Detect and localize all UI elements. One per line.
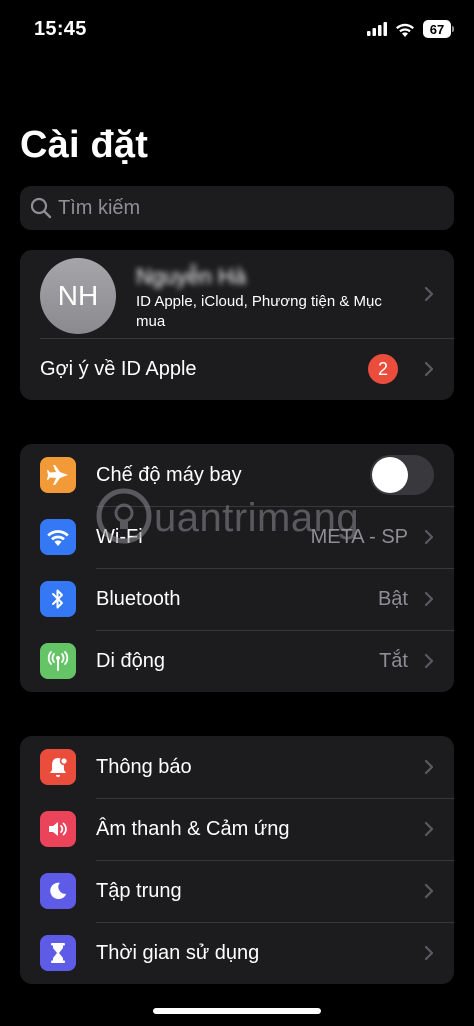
connectivity-group: Chế độ máy bay Wi-Fi META - SP Bluetooth… <box>20 444 454 692</box>
status-time: 15:45 <box>34 18 87 40</box>
moon-icon-tile <box>40 873 76 909</box>
moon-icon <box>50 882 67 900</box>
profile-subtitle: ID Apple, iCloud, Phương tiện & Mục mua <box>136 293 382 330</box>
screen-time-row[interactable]: Thời gian sử dụng <box>20 922 454 984</box>
suggestion-count-badge: 2 <box>368 354 398 384</box>
wifi-label: Wi-Fi <box>96 525 143 548</box>
chevron-right-icon <box>424 591 434 607</box>
cellular-icon <box>47 651 69 671</box>
bluetooth-row[interactable]: Bluetooth Bật <box>20 568 454 630</box>
wifi-row[interactable]: Wi-Fi META - SP <box>20 506 454 568</box>
airplane-icon <box>47 465 68 485</box>
chevron-right-icon <box>424 361 434 377</box>
suggestions-label: Gợi ý về ID Apple <box>40 357 197 380</box>
wifi-value: META - SP <box>310 525 408 548</box>
search-input[interactable]: Tìm kiếm <box>20 186 454 230</box>
apple-id-row[interactable]: NH Nguyễn Hà ID Apple, iCloud, Phương ti… <box>20 250 454 338</box>
chevron-right-icon <box>424 759 434 775</box>
notifications-label: Thông báo <box>96 755 192 778</box>
bell-icon-tile <box>40 749 76 785</box>
hourglass-icon-tile <box>40 935 76 971</box>
chevron-right-icon <box>424 945 434 961</box>
chevron-right-icon <box>424 286 434 302</box>
apple-id-suggestions-row[interactable]: Gợi ý về ID Apple 2 <box>20 338 454 400</box>
avatar: NH <box>40 258 116 334</box>
cellular-row[interactable]: Di động Tắt <box>20 630 454 692</box>
cellular-value: Tắt <box>379 649 408 672</box>
sounds-haptics-label: Âm thanh & Cảm ứng <box>96 817 290 840</box>
speaker-icon-tile <box>40 811 76 847</box>
chevron-right-icon <box>424 529 434 545</box>
airplane-mode-label: Chế độ máy bay <box>96 463 242 486</box>
wifi-icon <box>47 530 69 546</box>
cellular-label: Di động <box>96 649 165 672</box>
bluetooth-label: Bluetooth <box>96 587 181 610</box>
focus-row[interactable]: Tập trung <box>20 860 454 922</box>
page-title: Cài đặt <box>20 124 149 166</box>
speaker-icon <box>49 822 67 836</box>
profile-name: Nguyễn Hà <box>136 264 247 289</box>
bluetooth-icon-tile <box>40 581 76 617</box>
cellular-icon-tile <box>40 643 76 679</box>
status-bar: 15:45 67 <box>0 0 474 60</box>
notifications-row[interactable]: Thông báo <box>20 736 454 798</box>
status-icons: 67 <box>367 20 454 38</box>
wifi-status-icon <box>396 23 414 37</box>
home-indicator[interactable] <box>153 1008 321 1014</box>
toggle-knob <box>372 457 408 493</box>
airplane-mode-row[interactable]: Chế độ máy bay <box>20 444 454 506</box>
search-placeholder: Tìm kiếm <box>58 196 141 219</box>
signal-icon <box>367 22 387 36</box>
bluetooth-value: Bật <box>377 587 408 610</box>
battery-tip <box>452 26 454 32</box>
focus-label: Tập trung <box>96 879 182 902</box>
airplane-mode-toggle[interactable] <box>370 455 434 495</box>
sounds-haptics-row[interactable]: Âm thanh & Cảm ứng <box>20 798 454 860</box>
bell-icon <box>50 756 69 777</box>
battery-indicator: 67 <box>423 20 454 38</box>
bluetooth-icon <box>52 589 63 609</box>
notifications-group: Thông báo Âm thanh & Cảm ứng Tập trung T… <box>20 736 454 984</box>
hourglass-icon <box>51 943 65 963</box>
chevron-right-icon <box>424 653 434 669</box>
screen-time-label: Thời gian sử dụng <box>96 941 260 964</box>
profile-group: NH Nguyễn Hà ID Apple, iCloud, Phương ti… <box>20 250 454 400</box>
airplane-icon-tile <box>40 457 76 493</box>
wifi-icon-tile <box>40 519 76 555</box>
battery-level: 67 <box>423 20 451 38</box>
chevron-right-icon <box>424 883 434 899</box>
chevron-right-icon <box>424 821 434 837</box>
search-icon <box>30 197 52 219</box>
